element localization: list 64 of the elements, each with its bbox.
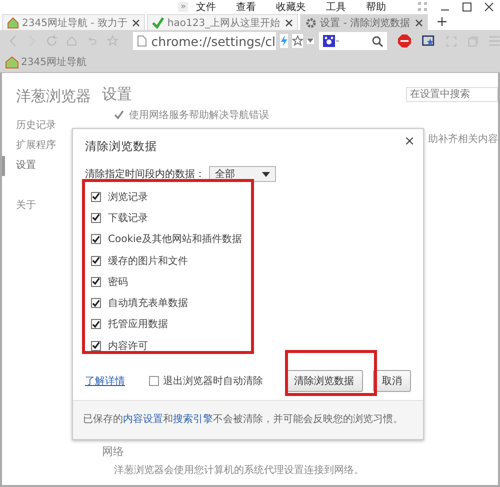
checkbox[interactable] bbox=[91, 340, 101, 351]
notice-link[interactable]: 搜索引擎 bbox=[173, 414, 213, 426]
checkbox-label: 自动填充表单数据 bbox=[108, 296, 188, 310]
dialog-title: 清除浏览数据 bbox=[85, 139, 158, 154]
checkbox[interactable] bbox=[91, 212, 101, 223]
checkbox[interactable] bbox=[91, 256, 101, 266]
checkbox-label: 托管应用数据 bbox=[108, 318, 168, 332]
notice-text: 已保存的内容设置和搜索引擎不会被清除，并可能会反映您的浏览习惯。 bbox=[73, 400, 423, 440]
stop-sign-icon[interactable] bbox=[398, 33, 412, 49]
check-icon bbox=[152, 16, 164, 28]
browser-tab[interactable]: hao123_上网从这里开始 bbox=[147, 14, 298, 30]
address-bar[interactable]: chrome://settings/cl bbox=[133, 32, 276, 50]
menu-item[interactable]: 文件 bbox=[196, 0, 216, 14]
page-icon bbox=[137, 35, 148, 47]
checkbox-label: Cookie及其他网站和插件数据 bbox=[108, 232, 242, 246]
description-text: 助补齐相关内容 bbox=[428, 132, 498, 146]
clear-data-button[interactable]: 清除浏览数据 bbox=[285, 370, 363, 392]
checkbox-label: 内容许可 bbox=[108, 340, 148, 353]
cancel-button[interactable]: 取消 bbox=[373, 370, 411, 392]
close-icon[interactable] bbox=[484, 2, 494, 12]
bookmark-icon[interactable] bbox=[422, 34, 436, 48]
section-description: 洋葱浏览器会使用您计算机的系统代理设置连接到网络。 bbox=[114, 464, 364, 477]
menu-item[interactable]: 帮助 bbox=[366, 0, 386, 14]
checkbox[interactable] bbox=[149, 376, 159, 386]
search-icon[interactable] bbox=[372, 36, 384, 46]
paw-icon[interactable] bbox=[322, 35, 339, 47]
checkbox-label: 浏览记录 bbox=[108, 190, 148, 204]
menu-item[interactable]: 查看 bbox=[236, 0, 256, 14]
checkbox[interactable] bbox=[91, 234, 101, 244]
house-icon bbox=[5, 56, 19, 68]
checkbox[interactable] bbox=[91, 276, 101, 287]
option-label: 使用网络服务帮助解决导航错误 bbox=[129, 108, 269, 122]
new-tab-button[interactable]: + bbox=[436, 14, 448, 30]
close-icon[interactable] bbox=[132, 18, 140, 26]
page-heading: 设置 bbox=[102, 85, 132, 104]
star-icon[interactable] bbox=[106, 34, 118, 48]
checkbox-label: 缓存的图片和文件 bbox=[108, 254, 188, 268]
caret-icon[interactable] bbox=[307, 38, 314, 44]
close-icon[interactable] bbox=[285, 18, 294, 26]
close-icon[interactable] bbox=[415, 18, 424, 26]
section-title: 网络 bbox=[102, 444, 125, 459]
maximize-icon[interactable] bbox=[462, 2, 472, 12]
checkbox[interactable] bbox=[91, 298, 101, 308]
search-field[interactable] bbox=[318, 32, 388, 50]
menu-item[interactable]: 收藏夹 bbox=[276, 0, 306, 14]
gear-icon bbox=[305, 16, 318, 28]
star-icon[interactable] bbox=[292, 34, 304, 48]
learn-more-link[interactable]: 了解详情 bbox=[85, 374, 125, 388]
lightning-icon[interactable] bbox=[280, 34, 288, 48]
checkbox-label: 下载记录 bbox=[108, 212, 148, 225]
search-field[interactable]: 在设置中搜索 bbox=[406, 87, 498, 102]
browser-tab[interactable]: 2345网址导航 - 致力于 bbox=[2, 14, 146, 30]
checkbox[interactable] bbox=[91, 319, 101, 330]
caret-icon bbox=[262, 172, 270, 176]
checkbox-label: 密码 bbox=[108, 276, 128, 289]
menu-item[interactable]: 工具 bbox=[326, 0, 346, 14]
close-button[interactable]: × bbox=[404, 134, 415, 149]
checkbox-label: 退出浏览器时自动清除 bbox=[163, 374, 263, 388]
sidebar-item[interactable]: 历史记录 bbox=[2, 116, 102, 136]
browser-tab[interactable]: 设置 - 清除浏览数据 bbox=[300, 14, 428, 30]
checkbox[interactable] bbox=[114, 110, 124, 120]
checkbox[interactable] bbox=[91, 192, 101, 202]
notice-link[interactable]: 内容设置 bbox=[123, 414, 163, 426]
brand-title: 洋葱浏览器 bbox=[16, 87, 92, 106]
